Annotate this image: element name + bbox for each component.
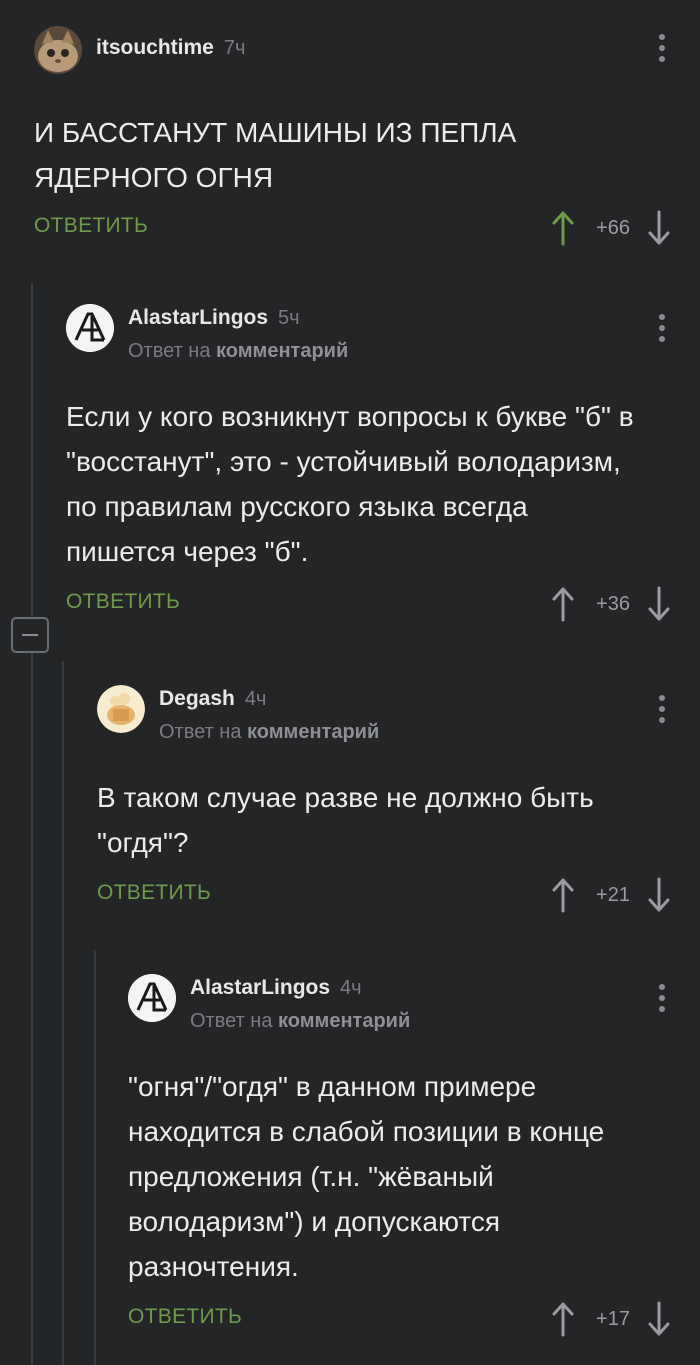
more-vertical-icon[interactable]	[658, 34, 666, 62]
reply-to-link[interactable]: комментарий	[247, 721, 379, 743]
arrow-up-icon[interactable]	[548, 875, 578, 915]
reply-to-link[interactable]: комментарий	[278, 1010, 410, 1032]
author-name[interactable]: Degash 4ч	[159, 687, 266, 711]
reply-button[interactable]: ОТВЕТИТЬ	[128, 1305, 242, 1329]
reply-to-prefix: Ответ на	[159, 721, 242, 743]
collapse-thread-button[interactable]	[11, 617, 49, 653]
comment-text: В таком случае разве не должно быть "огд…	[97, 782, 594, 858]
comment-alastarlingos-1: AlastarLingos 5ч Ответ на комментарий Есл…	[66, 296, 700, 630]
arrow-down-icon[interactable]	[644, 208, 674, 248]
arrow-down-icon[interactable]	[644, 1299, 674, 1339]
comment-actions: ОТВЕТИТЬ +21	[97, 871, 700, 921]
comment-time: 5ч	[278, 307, 300, 329]
reply-to-info: Ответ на комментарий	[190, 1010, 410, 1033]
comment-header: AlastarLingos 4ч Ответ на комментарий	[128, 966, 700, 1032]
author-label[interactable]: AlastarLingos	[190, 976, 330, 999]
arrow-up-icon[interactable]	[548, 584, 578, 624]
author-name[interactable]: AlastarLingos 4ч	[190, 976, 362, 1000]
comment-time: 4ч	[340, 977, 362, 999]
comment-time: 4ч	[244, 688, 267, 710]
vote-score: +21	[596, 883, 630, 906]
reply-to-info: Ответ на комментарий	[159, 721, 379, 744]
reply-to-prefix: Ответ на	[128, 340, 211, 362]
comment-time: 7ч	[223, 37, 246, 59]
avatar[interactable]	[128, 974, 176, 1022]
more-vertical-icon[interactable]	[658, 984, 666, 1012]
comment-actions: ОТВЕТИТЬ +66	[34, 204, 700, 254]
reply-button[interactable]: ОТВЕТИТЬ	[34, 214, 148, 238]
thread-line-level-1	[31, 283, 33, 1365]
comment-header: itsouchtime 7ч	[34, 26, 700, 88]
arrow-up-icon[interactable]	[548, 1299, 578, 1339]
comment-degash: Degash 4ч Ответ на комментарий В таком сл…	[97, 677, 700, 921]
vote-score: +66	[596, 216, 630, 239]
comment-header: AlastarLingos 5ч Ответ на комментарий	[66, 296, 700, 362]
comment-alastarlingos-2: AlastarLingos 4ч Ответ на комментарий "ог…	[128, 966, 700, 1345]
vote-controls: +66	[548, 208, 674, 248]
vote-controls: +36	[548, 584, 674, 624]
more-vertical-icon[interactable]	[658, 314, 666, 342]
author-label[interactable]: Degash	[159, 687, 235, 710]
avatar[interactable]	[97, 685, 145, 733]
arrow-down-icon[interactable]	[644, 584, 674, 624]
arrow-up-icon[interactable]	[548, 208, 578, 248]
thread-line-level-3	[94, 951, 96, 1365]
author-name[interactable]: AlastarLingos 5ч	[128, 306, 300, 330]
comment-header: Degash 4ч Ответ на комментарий	[97, 677, 700, 743]
reply-button[interactable]: ОТВЕТИТЬ	[97, 881, 211, 905]
avatar[interactable]	[34, 26, 82, 74]
thread-line-level-2	[62, 661, 64, 1365]
arrow-down-icon[interactable]	[644, 875, 674, 915]
comment-text: "огня"/"огдя" в данном примере находится…	[128, 1071, 605, 1282]
author-label[interactable]: itsouchtime	[96, 36, 214, 59]
reply-to-link[interactable]: комментарий	[216, 340, 348, 362]
comment-text: И БАССТАНУТ МАШИНЫ ИЗ ПЕПЛА ЯДЕРНОГО ОГН…	[34, 117, 517, 193]
author-name[interactable]: itsouchtime 7ч	[96, 36, 245, 60]
comment-actions: ОТВЕТИТЬ +17	[128, 1295, 700, 1345]
vote-controls: +17	[548, 1299, 674, 1339]
comment-itsouchtime: itsouchtime 7ч И БАССТАНУТ МАШИНЫ ИЗ ПЕПЛ…	[34, 26, 700, 254]
reply-to-prefix: Ответ на	[190, 1010, 273, 1032]
author-label[interactable]: AlastarLingos	[128, 306, 268, 329]
avatar[interactable]	[66, 304, 114, 352]
vote-score: +17	[596, 1307, 630, 1330]
vote-score: +36	[596, 592, 630, 615]
comment-text: Если у кого возникнут вопросы к букве "б…	[66, 401, 634, 567]
vote-controls: +21	[548, 875, 674, 915]
comment-actions: ОТВЕТИТЬ +36	[66, 580, 700, 630]
more-vertical-icon[interactable]	[658, 695, 666, 723]
reply-to-info: Ответ на комментарий	[128, 340, 348, 363]
reply-button[interactable]: ОТВЕТИТЬ	[66, 590, 180, 614]
